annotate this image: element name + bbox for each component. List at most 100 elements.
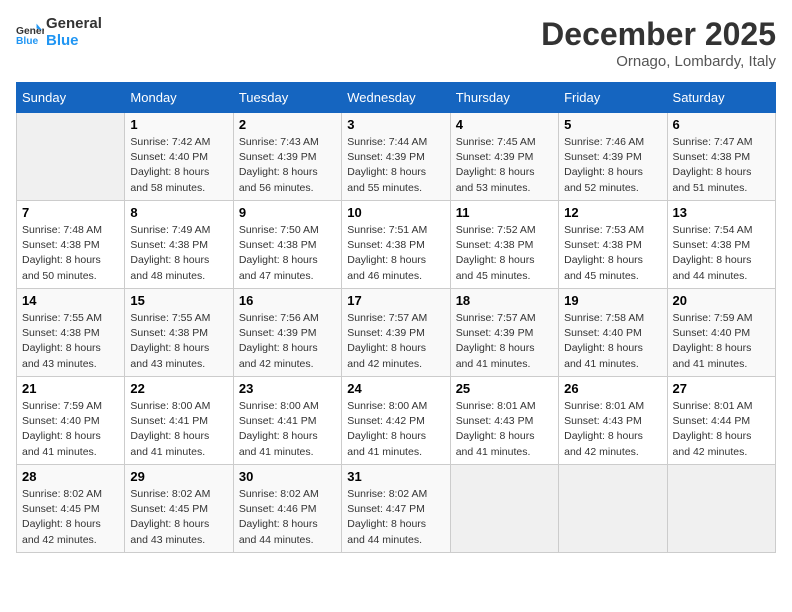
calendar-cell: 10 Sunrise: 7:51 AMSunset: 4:38 PMDayligh… [342, 201, 450, 289]
day-number: 27 [673, 381, 770, 396]
day-number: 18 [456, 293, 553, 308]
day-number: 10 [347, 205, 444, 220]
day-info: Sunrise: 7:49 AMSunset: 4:38 PMDaylight:… [130, 223, 227, 284]
day-number: 17 [347, 293, 444, 308]
day-number: 13 [673, 205, 770, 220]
day-info: Sunrise: 7:53 AMSunset: 4:38 PMDaylight:… [564, 223, 661, 284]
day-info: Sunrise: 8:00 AMSunset: 4:41 PMDaylight:… [239, 399, 336, 460]
day-info: Sunrise: 7:48 AMSunset: 4:38 PMDaylight:… [22, 223, 119, 284]
day-info: Sunrise: 7:50 AMSunset: 4:38 PMDaylight:… [239, 223, 336, 284]
day-info: Sunrise: 8:02 AMSunset: 4:45 PMDaylight:… [130, 487, 227, 548]
svg-text:Blue: Blue [16, 36, 39, 47]
calendar-cell [559, 465, 667, 553]
day-info: Sunrise: 7:44 AMSunset: 4:39 PMDaylight:… [347, 135, 444, 196]
calendar-cell: 6 Sunrise: 7:47 AMSunset: 4:38 PMDaylight… [667, 113, 775, 201]
calendar-week-row: 14Sunrise: 7:55 AMSunset: 4:38 PMDayligh… [17, 289, 776, 377]
weekday-header-monday: Monday [125, 83, 233, 113]
location: Ornago, Lombardy, Italy [541, 53, 776, 70]
day-info: Sunrise: 7:59 AMSunset: 4:40 PMDaylight:… [22, 399, 119, 460]
day-number: 20 [673, 293, 770, 308]
page-header: General Blue General Blue December 2025 … [16, 16, 776, 70]
day-number: 4 [456, 117, 553, 132]
calendar-cell: 25 Sunrise: 8:01 AMSunset: 4:43 PMDayligh… [450, 377, 558, 465]
day-number: 11 [456, 205, 553, 220]
calendar-week-row: 21 Sunrise: 7:59 AMSunset: 4:40 PMDayligh… [17, 377, 776, 465]
calendar-cell: 4 Sunrise: 7:45 AMSunset: 4:39 PMDaylight… [450, 113, 558, 201]
day-info: Sunrise: 7:55 AMSunset: 4:38 PMDaylight:… [22, 311, 119, 372]
calendar-week-row: 1 Sunrise: 7:42 AMSunset: 4:40 PMDaylight… [17, 113, 776, 201]
calendar-cell: 23 Sunrise: 8:00 AMSunset: 4:41 PMDayligh… [233, 377, 341, 465]
day-number: 30 [239, 469, 336, 484]
day-number: 31 [347, 469, 444, 484]
calendar-cell: 3 Sunrise: 7:44 AMSunset: 4:39 PMDaylight… [342, 113, 450, 201]
weekday-header-tuesday: Tuesday [233, 83, 341, 113]
day-info: Sunrise: 7:55 AMSunset: 4:38 PMDaylight:… [130, 311, 227, 372]
day-number: 6 [673, 117, 770, 132]
day-number: 15 [130, 293, 227, 308]
day-info: Sunrise: 7:42 AMSunset: 4:40 PMDaylight:… [130, 135, 227, 196]
day-number: 19 [564, 293, 661, 308]
calendar-cell: 2Sunrise: 7:43 AMSunset: 4:39 PMDaylight… [233, 113, 341, 201]
calendar-cell: 17 Sunrise: 7:57 AMSunset: 4:39 PMDayligh… [342, 289, 450, 377]
logo-general: General [46, 16, 102, 33]
calendar-cell: 24 Sunrise: 8:00 AMSunset: 4:42 PMDayligh… [342, 377, 450, 465]
day-info: Sunrise: 8:01 AMSunset: 4:43 PMDaylight:… [456, 399, 553, 460]
day-info: Sunrise: 8:02 AMSunset: 4:45 PMDaylight:… [22, 487, 119, 548]
day-number: 22 [130, 381, 227, 396]
day-info: Sunrise: 8:00 AMSunset: 4:41 PMDaylight:… [130, 399, 227, 460]
day-number: 29 [130, 469, 227, 484]
calendar-cell: 9Sunrise: 7:50 AMSunset: 4:38 PMDaylight… [233, 201, 341, 289]
day-info: Sunrise: 7:45 AMSunset: 4:39 PMDaylight:… [456, 135, 553, 196]
calendar-cell: 29 Sunrise: 8:02 AMSunset: 4:45 PMDayligh… [125, 465, 233, 553]
day-info: Sunrise: 8:00 AMSunset: 4:42 PMDaylight:… [347, 399, 444, 460]
calendar-cell: 7 Sunrise: 7:48 AMSunset: 4:38 PMDaylight… [17, 201, 125, 289]
day-info: Sunrise: 7:43 AMSunset: 4:39 PMDaylight:… [239, 135, 336, 196]
calendar-cell: 18 Sunrise: 7:57 AMSunset: 4:39 PMDayligh… [450, 289, 558, 377]
day-number: 21 [22, 381, 119, 396]
day-info: Sunrise: 7:51 AMSunset: 4:38 PMDaylight:… [347, 223, 444, 284]
logo-blue: Blue [46, 33, 102, 50]
calendar-table: SundayMondayTuesdayWednesdayThursdayFrid… [16, 82, 776, 553]
day-info: Sunrise: 7:52 AMSunset: 4:38 PMDaylight:… [456, 223, 553, 284]
day-number: 5 [564, 117, 661, 132]
day-info: Sunrise: 8:01 AMSunset: 4:44 PMDaylight:… [673, 399, 770, 460]
calendar-cell [17, 113, 125, 201]
weekday-header-row: SundayMondayTuesdayWednesdayThursdayFrid… [17, 83, 776, 113]
day-number: 23 [239, 381, 336, 396]
title-block: December 2025 Ornago, Lombardy, Italy [541, 16, 776, 70]
calendar-cell: 19 Sunrise: 7:58 AMSunset: 4:40 PMDayligh… [559, 289, 667, 377]
calendar-cell [450, 465, 558, 553]
day-number: 8 [130, 205, 227, 220]
day-number: 28 [22, 469, 119, 484]
day-info: Sunrise: 8:01 AMSunset: 4:43 PMDaylight:… [564, 399, 661, 460]
day-number: 16 [239, 293, 336, 308]
calendar-cell: 13 Sunrise: 7:54 AMSunset: 4:38 PMDayligh… [667, 201, 775, 289]
calendar-cell: 21 Sunrise: 7:59 AMSunset: 4:40 PMDayligh… [17, 377, 125, 465]
day-number: 7 [22, 205, 119, 220]
day-info: Sunrise: 7:47 AMSunset: 4:38 PMDaylight:… [673, 135, 770, 196]
calendar-cell: 8 Sunrise: 7:49 AMSunset: 4:38 PMDaylight… [125, 201, 233, 289]
day-number: 25 [456, 381, 553, 396]
weekday-header-saturday: Saturday [667, 83, 775, 113]
weekday-header-friday: Friday [559, 83, 667, 113]
logo: General Blue General Blue [16, 16, 102, 49]
day-info: Sunrise: 7:58 AMSunset: 4:40 PMDaylight:… [564, 311, 661, 372]
day-number: 3 [347, 117, 444, 132]
calendar-cell: 15 Sunrise: 7:55 AMSunset: 4:38 PMDayligh… [125, 289, 233, 377]
day-number: 24 [347, 381, 444, 396]
calendar-cell: 27 Sunrise: 8:01 AMSunset: 4:44 PMDayligh… [667, 377, 775, 465]
calendar-cell: 26Sunrise: 8:01 AMSunset: 4:43 PMDayligh… [559, 377, 667, 465]
day-info: Sunrise: 8:02 AMSunset: 4:46 PMDaylight:… [239, 487, 336, 548]
day-info: Sunrise: 7:57 AMSunset: 4:39 PMDaylight:… [347, 311, 444, 372]
calendar-cell: 28 Sunrise: 8:02 AMSunset: 4:45 PMDayligh… [17, 465, 125, 553]
day-info: Sunrise: 7:56 AMSunset: 4:39 PMDaylight:… [239, 311, 336, 372]
day-info: Sunrise: 7:57 AMSunset: 4:39 PMDaylight:… [456, 311, 553, 372]
calendar-week-row: 28 Sunrise: 8:02 AMSunset: 4:45 PMDayligh… [17, 465, 776, 553]
day-info: Sunrise: 7:59 AMSunset: 4:40 PMDaylight:… [673, 311, 770, 372]
day-number: 1 [130, 117, 227, 132]
calendar-cell: 30 Sunrise: 8:02 AMSunset: 4:46 PMDayligh… [233, 465, 341, 553]
day-info: Sunrise: 7:54 AMSunset: 4:38 PMDaylight:… [673, 223, 770, 284]
day-number: 12 [564, 205, 661, 220]
calendar-cell: 20 Sunrise: 7:59 AMSunset: 4:40 PMDayligh… [667, 289, 775, 377]
calendar-cell: 11 Sunrise: 7:52 AMSunset: 4:38 PMDayligh… [450, 201, 558, 289]
